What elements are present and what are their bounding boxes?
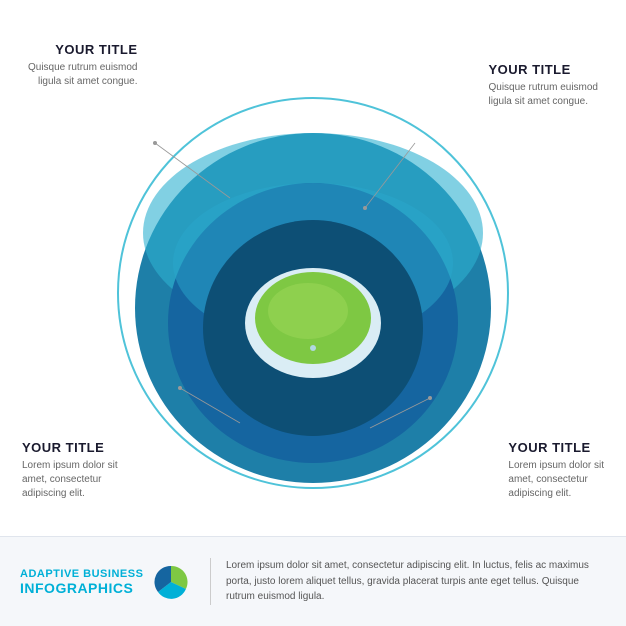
label-top-left: YOUR TITLE Quisque rutrum euismodligula … — [28, 42, 138, 89]
label-top-right: YOUR TITLE Quisque rutrum euismodligula … — [489, 62, 599, 109]
footer: ADAPTIVE BUSINESS INFOGRAPHICS Lorem ips… — [0, 536, 626, 626]
label-top-left-title: YOUR TITLE — [28, 42, 138, 59]
footer-brand-line1: ADAPTIVE BUSINESS — [20, 568, 143, 580]
label-bottom-left: YOUR TITLE Lorem ipsum dolor sitamet, co… — [22, 440, 118, 501]
main-container: YOUR TITLE Quisque rutrum euismodligula … — [0, 0, 626, 626]
footer-brand-line2: INFOGRAPHICS — [20, 580, 143, 596]
label-bottom-right-title: YOUR TITLE — [508, 440, 604, 457]
label-top-right-desc: Quisque rutrum euismodligula sit amet co… — [489, 81, 599, 109]
footer-brand-text: ADAPTIVE BUSINESS INFOGRAPHICS — [20, 568, 143, 596]
footer-pie-icon — [153, 564, 189, 600]
label-top-left-desc: Quisque rutrum euismodligula sit amet co… — [28, 61, 138, 89]
label-top-right-title: YOUR TITLE — [489, 62, 599, 79]
label-bottom-left-title: YOUR TITLE — [22, 440, 118, 457]
label-bottom-right-desc: Lorem ipsum dolor sitamet, consecteturad… — [508, 459, 604, 501]
footer-brand: ADAPTIVE BUSINESS INFOGRAPHICS — [20, 564, 195, 600]
label-bottom-left-desc: Lorem ipsum dolor sitamet, consecteturad… — [22, 459, 118, 501]
label-bottom-right: YOUR TITLE Lorem ipsum dolor sitamet, co… — [508, 440, 604, 501]
footer-description: Lorem ipsum dolor sit amet, consectetur … — [210, 558, 606, 605]
